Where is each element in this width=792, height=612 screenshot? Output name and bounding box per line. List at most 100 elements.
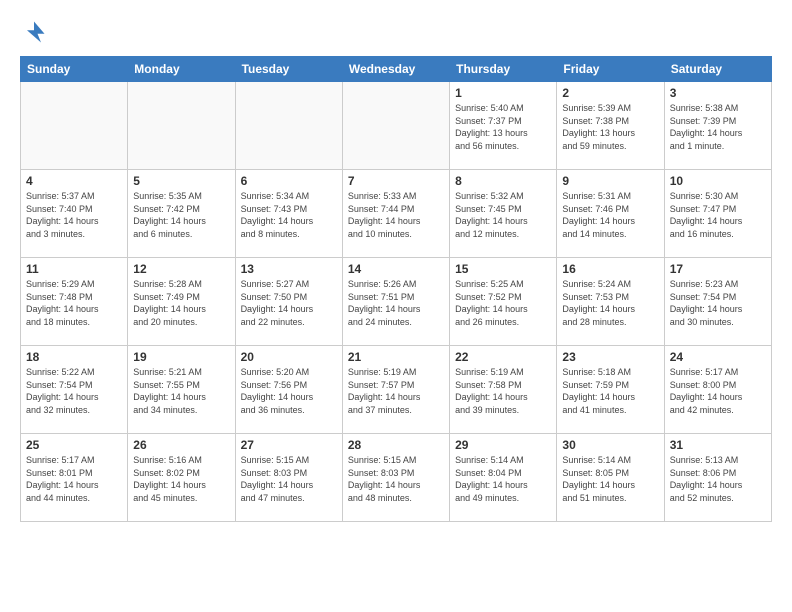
day-info: Sunrise: 5:14 AMSunset: 8:05 PMDaylight:… [562,454,658,504]
day-number: 5 [133,174,229,188]
day-number: 13 [241,262,337,276]
calendar-week-row: 18 Sunrise: 5:22 AMSunset: 7:54 PMDayligh… [21,346,772,434]
calendar-day-cell: 8 Sunrise: 5:32 AMSunset: 7:45 PMDaylight… [450,170,557,258]
day-number: 22 [455,350,551,364]
day-number: 27 [241,438,337,452]
calendar-day-cell: 7 Sunrise: 5:33 AMSunset: 7:44 PMDaylight… [342,170,449,258]
day-number: 19 [133,350,229,364]
calendar-week-row: 25 Sunrise: 5:17 AMSunset: 8:01 PMDayligh… [21,434,772,522]
day-info: Sunrise: 5:29 AMSunset: 7:48 PMDaylight:… [26,278,122,328]
calendar-day-cell: 28 Sunrise: 5:15 AMSunset: 8:03 PMDayligh… [342,434,449,522]
day-number: 6 [241,174,337,188]
day-number: 16 [562,262,658,276]
day-number: 7 [348,174,444,188]
day-info: Sunrise: 5:20 AMSunset: 7:56 PMDaylight:… [241,366,337,416]
day-number: 10 [670,174,766,188]
day-info: Sunrise: 5:13 AMSunset: 8:06 PMDaylight:… [670,454,766,504]
calendar-day-cell: 27 Sunrise: 5:15 AMSunset: 8:03 PMDayligh… [235,434,342,522]
calendar-day-cell: 17 Sunrise: 5:23 AMSunset: 7:54 PMDayligh… [664,258,771,346]
day-info: Sunrise: 5:15 AMSunset: 8:03 PMDaylight:… [241,454,337,504]
day-info: Sunrise: 5:14 AMSunset: 8:04 PMDaylight:… [455,454,551,504]
day-info: Sunrise: 5:38 AMSunset: 7:39 PMDaylight:… [670,102,766,152]
calendar-week-row: 4 Sunrise: 5:37 AMSunset: 7:40 PMDaylight… [21,170,772,258]
calendar-day-cell: 9 Sunrise: 5:31 AMSunset: 7:46 PMDaylight… [557,170,664,258]
calendar-day-cell: 11Sunrise: 5:29 AMSunset: 7:48 PMDayligh… [21,258,128,346]
day-number: 26 [133,438,229,452]
calendar-day-cell: 20 Sunrise: 5:20 AMSunset: 7:56 PMDayligh… [235,346,342,434]
weekday-header-cell: Thursday [450,57,557,82]
calendar-day-cell: 14 Sunrise: 5:26 AMSunset: 7:51 PMDayligh… [342,258,449,346]
calendar-day-cell: 2Sunrise: 5:39 AMSunset: 7:38 PMDaylight… [557,82,664,170]
day-info: Sunrise: 5:17 AMSunset: 8:00 PMDaylight:… [670,366,766,416]
weekday-header-row: SundayMondayTuesdayWednesdayThursdayFrid… [21,57,772,82]
calendar-table: SundayMondayTuesdayWednesdayThursdayFrid… [20,56,772,522]
day-info: Sunrise: 5:19 AMSunset: 7:57 PMDaylight:… [348,366,444,416]
day-info: Sunrise: 5:33 AMSunset: 7:44 PMDaylight:… [348,190,444,240]
day-number: 2 [562,86,658,100]
day-info: Sunrise: 5:25 AMSunset: 7:52 PMDaylight:… [455,278,551,328]
day-number: 8 [455,174,551,188]
calendar-day-cell: 5Sunrise: 5:35 AMSunset: 7:42 PMDaylight… [128,170,235,258]
day-number: 23 [562,350,658,364]
day-info: Sunrise: 5:28 AMSunset: 7:49 PMDaylight:… [133,278,229,328]
calendar-day-cell: 26 Sunrise: 5:16 AMSunset: 8:02 PMDayligh… [128,434,235,522]
day-number: 18 [26,350,122,364]
day-info: Sunrise: 5:21 AMSunset: 7:55 PMDaylight:… [133,366,229,416]
calendar-day-cell: 16 Sunrise: 5:24 AMSunset: 7:53 PMDayligh… [557,258,664,346]
day-number: 24 [670,350,766,364]
calendar-day-cell [128,82,235,170]
calendar-day-cell: 23 Sunrise: 5:18 AMSunset: 7:59 PMDayligh… [557,346,664,434]
day-number: 20 [241,350,337,364]
day-info: Sunrise: 5:18 AMSunset: 7:59 PMDaylight:… [562,366,658,416]
weekday-header-cell: Wednesday [342,57,449,82]
day-info: Sunrise: 5:22 AMSunset: 7:54 PMDaylight:… [26,366,122,416]
weekday-header-cell: Monday [128,57,235,82]
day-number: 25 [26,438,122,452]
calendar-day-cell: 4 Sunrise: 5:37 AMSunset: 7:40 PMDaylight… [21,170,128,258]
calendar-day-cell: 13 Sunrise: 5:27 AMSunset: 7:50 PMDayligh… [235,258,342,346]
day-number: 31 [670,438,766,452]
calendar-day-cell: 6Sunrise: 5:34 AMSunset: 7:43 PMDaylight… [235,170,342,258]
day-number: 17 [670,262,766,276]
calendar-day-cell: 19 Sunrise: 5:21 AMSunset: 7:55 PMDayligh… [128,346,235,434]
calendar-day-cell: 10 Sunrise: 5:30 AMSunset: 7:47 PMDayligh… [664,170,771,258]
day-info: Sunrise: 5:24 AMSunset: 7:53 PMDaylight:… [562,278,658,328]
calendar-day-cell: 22 Sunrise: 5:19 AMSunset: 7:58 PMDayligh… [450,346,557,434]
calendar-day-cell [21,82,128,170]
calendar-week-row: 11Sunrise: 5:29 AMSunset: 7:48 PMDayligh… [21,258,772,346]
day-info: Sunrise: 5:32 AMSunset: 7:45 PMDaylight:… [455,190,551,240]
calendar-day-cell: 12 Sunrise: 5:28 AMSunset: 7:49 PMDayligh… [128,258,235,346]
calendar-day-cell: 31 Sunrise: 5:13 AMSunset: 8:06 PMDayligh… [664,434,771,522]
header [20,18,772,46]
day-info: Sunrise: 5:26 AMSunset: 7:51 PMDaylight:… [348,278,444,328]
day-number: 30 [562,438,658,452]
day-info: Sunrise: 5:15 AMSunset: 8:03 PMDaylight:… [348,454,444,504]
weekday-header-cell: Friday [557,57,664,82]
day-info: Sunrise: 5:17 AMSunset: 8:01 PMDaylight:… [26,454,122,504]
calendar-day-cell: 18 Sunrise: 5:22 AMSunset: 7:54 PMDayligh… [21,346,128,434]
page: SundayMondayTuesdayWednesdayThursdayFrid… [0,0,792,612]
calendar-day-cell: 15 Sunrise: 5:25 AMSunset: 7:52 PMDayligh… [450,258,557,346]
logo-icon [20,18,48,46]
day-info: Sunrise: 5:23 AMSunset: 7:54 PMDaylight:… [670,278,766,328]
day-number: 28 [348,438,444,452]
day-info: Sunrise: 5:37 AMSunset: 7:40 PMDaylight:… [26,190,122,240]
calendar-day-cell: 3 Sunrise: 5:38 AMSunset: 7:39 PMDaylight… [664,82,771,170]
day-number: 9 [562,174,658,188]
calendar-week-row: 1Sunrise: 5:40 AMSunset: 7:37 PMDaylight… [21,82,772,170]
day-info: Sunrise: 5:16 AMSunset: 8:02 PMDaylight:… [133,454,229,504]
day-number: 14 [348,262,444,276]
weekday-header-cell: Tuesday [235,57,342,82]
day-number: 15 [455,262,551,276]
day-number: 3 [670,86,766,100]
calendar-day-cell [342,82,449,170]
day-number: 4 [26,174,122,188]
day-info: Sunrise: 5:19 AMSunset: 7:58 PMDaylight:… [455,366,551,416]
calendar-day-cell: 29Sunrise: 5:14 AMSunset: 8:04 PMDayligh… [450,434,557,522]
day-info: Sunrise: 5:31 AMSunset: 7:46 PMDaylight:… [562,190,658,240]
logo [20,18,52,46]
day-info: Sunrise: 5:30 AMSunset: 7:47 PMDaylight:… [670,190,766,240]
day-info: Sunrise: 5:27 AMSunset: 7:50 PMDaylight:… [241,278,337,328]
day-number: 12 [133,262,229,276]
day-info: Sunrise: 5:40 AMSunset: 7:37 PMDaylight:… [455,102,551,152]
